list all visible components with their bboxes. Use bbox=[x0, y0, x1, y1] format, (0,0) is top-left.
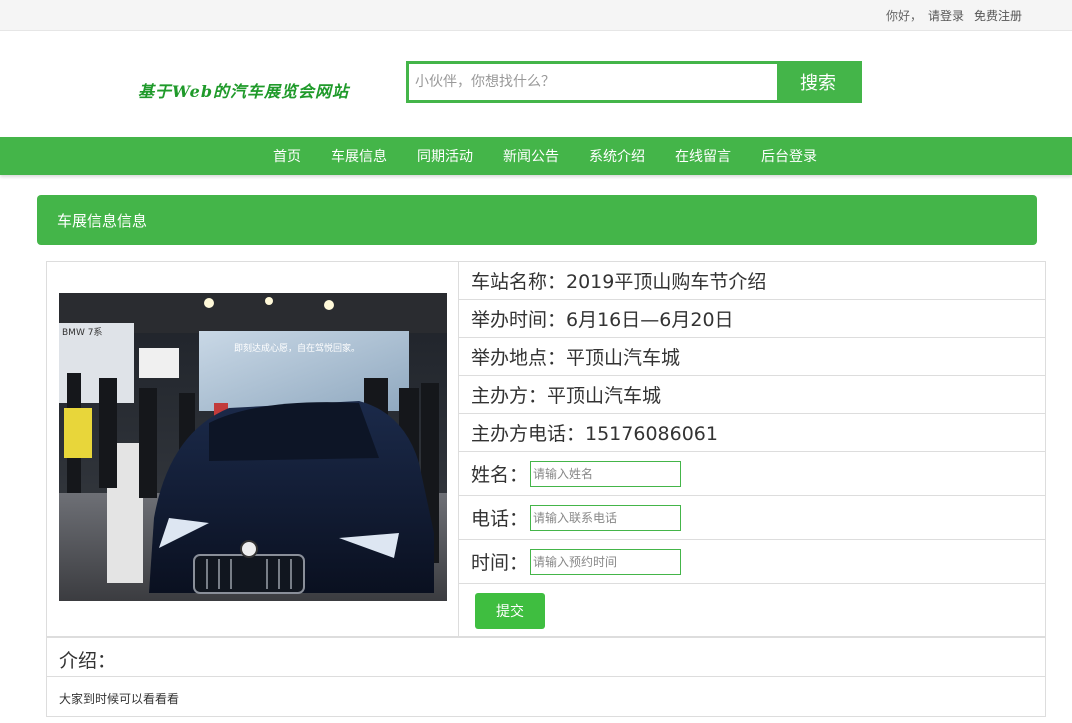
photo-cell: 即刻达成心愿，自在驾悦回家。 BMW 7系 bbox=[47, 262, 459, 636]
detail-panel: 即刻达成心愿，自在驾悦回家。 BMW 7系 车站名称：2019平顶山购车节介绍 … bbox=[46, 261, 1046, 637]
nav-item-news[interactable]: 新闻公告 bbox=[488, 146, 574, 166]
phone-label: 电话： bbox=[471, 508, 529, 530]
account-links: 你好， 请登录 免费注册 bbox=[886, 7, 1022, 24]
nav-item-admin-login[interactable]: 后台登录 bbox=[746, 146, 832, 166]
phone-input[interactable] bbox=[530, 504, 682, 531]
info-row-time: 举办时间：6月16日—6月20日 bbox=[459, 300, 1045, 338]
nav-item-car-show-info[interactable]: 车展信息 bbox=[316, 146, 402, 166]
event-name: 车站名称：2019平顶山购车节介绍 bbox=[471, 271, 767, 293]
register-link[interactable]: 免费注册 bbox=[974, 7, 1022, 24]
greeting-text: 你好， bbox=[885, 9, 922, 23]
intro-label: 介绍： bbox=[59, 650, 117, 672]
search-box: 搜索 bbox=[406, 61, 862, 103]
time-label: 时间： bbox=[471, 552, 529, 574]
search-button[interactable]: 搜索 bbox=[777, 64, 859, 100]
search-input[interactable] bbox=[409, 64, 777, 100]
info-row-organizer: 主办方：平顶山汽车城 bbox=[459, 376, 1045, 414]
site-logo[interactable]: 基于Web的汽车展览会网站 bbox=[138, 78, 349, 102]
nav-item-message[interactable]: 在线留言 bbox=[660, 146, 746, 166]
info-row-name: 车站名称：2019平顶山购车节介绍 bbox=[459, 262, 1045, 300]
login-link[interactable]: 请登录 bbox=[928, 7, 964, 24]
section-header: 车展信息信息 bbox=[37, 195, 1037, 245]
banner-slogan: 即刻达成心愿，自在驾悦回家。 bbox=[234, 342, 360, 354]
form-row-phone: 电话： bbox=[459, 496, 1045, 540]
nav-item-events[interactable]: 同期活动 bbox=[402, 146, 488, 166]
section-title: 车展信息信息 bbox=[57, 212, 148, 230]
form-row-name: 姓名： bbox=[459, 452, 1045, 496]
top-bar: 你好， 请登录 免费注册 bbox=[0, 0, 1072, 31]
info-table: 车站名称：2019平顶山购车节介绍 举办时间：6月16日—6月20日 举办地点：… bbox=[459, 262, 1045, 638]
event-place: 举办地点：平顶山汽车城 bbox=[471, 347, 681, 369]
form-row-submit: 提交 bbox=[459, 584, 1045, 638]
intro-body: 大家到时候可以看看看 bbox=[46, 676, 1046, 717]
side-sign-text: BMW 7系 bbox=[62, 327, 102, 338]
submit-button[interactable]: 提交 bbox=[475, 593, 545, 629]
main-nav: 首页 车展信息 同期活动 新闻公告 系统介绍 在线留言 后台登录 bbox=[0, 137, 1072, 175]
car-show-photo: 即刻达成心愿，自在驾悦回家。 BMW 7系 bbox=[59, 293, 447, 601]
info-row-phone: 主办方电话：15176086061 bbox=[459, 414, 1045, 452]
time-input[interactable] bbox=[530, 548, 682, 575]
event-time: 举办时间：6月16日—6月20日 bbox=[471, 309, 734, 331]
form-row-time: 时间： bbox=[459, 540, 1045, 584]
intro-header: 介绍： bbox=[46, 637, 1046, 677]
intro-text: 大家到时候可以看看看 bbox=[59, 692, 180, 706]
organizer-phone: 主办方电话：15176086061 bbox=[471, 423, 718, 445]
name-label: 姓名： bbox=[471, 464, 529, 486]
name-input[interactable] bbox=[530, 460, 682, 487]
info-row-place: 举办地点：平顶山汽车城 bbox=[459, 338, 1045, 376]
event-organizer: 主办方：平顶山汽车城 bbox=[471, 385, 662, 407]
nav-item-about[interactable]: 系统介绍 bbox=[574, 146, 660, 166]
nav-item-home[interactable]: 首页 bbox=[258, 146, 316, 166]
